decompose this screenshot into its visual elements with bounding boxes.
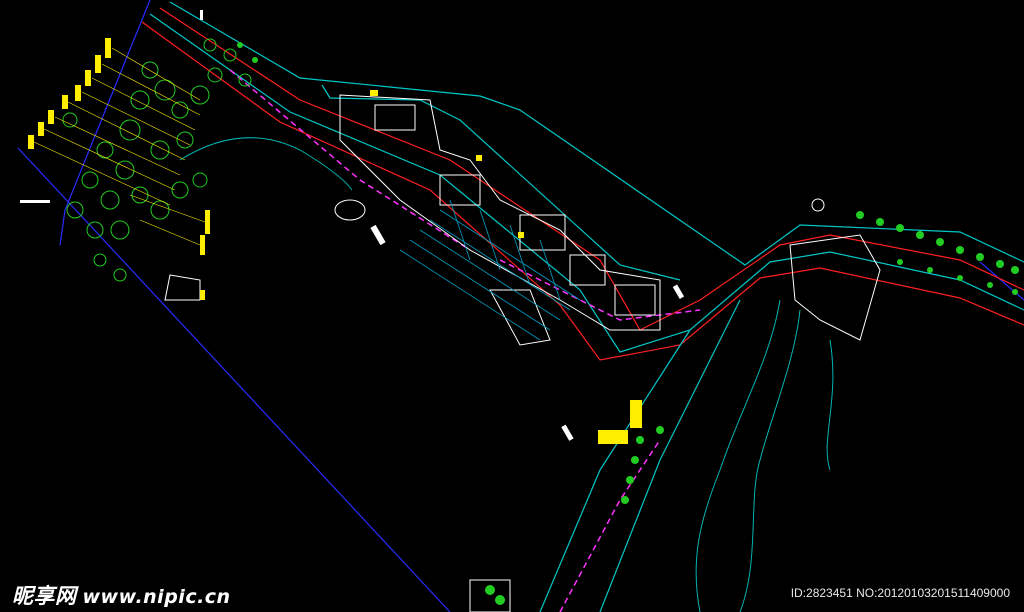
- watermark-brand: 昵享网 www.nipic.cn: [12, 580, 231, 610]
- watermark-brand-url: www.nipic.cn: [82, 586, 231, 608]
- watermark-image-id: ID:2823451 NO:20120103201511409000: [790, 586, 1010, 600]
- cad-site-plan: [0, 0, 1024, 612]
- watermark-brand-cn: 昵享网: [12, 584, 77, 608]
